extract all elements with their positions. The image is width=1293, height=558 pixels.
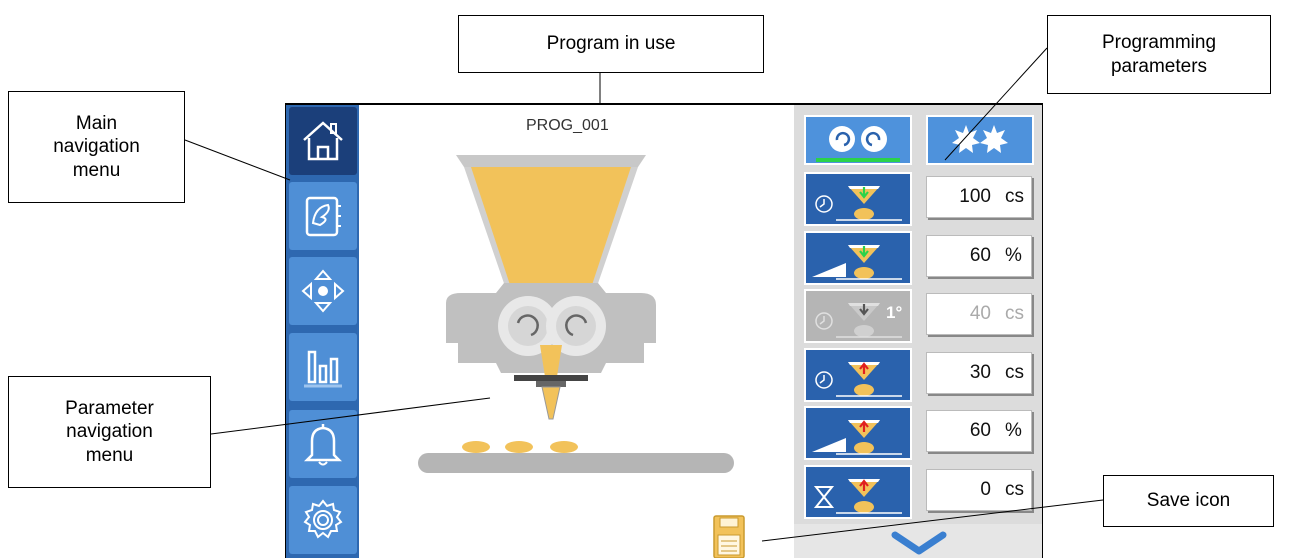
param-row-2-button[interactable] <box>804 231 912 285</box>
callout-programming-parameters: Programming parameters <box>1047 15 1271 94</box>
star-gear-mode-button[interactable] <box>926 115 1034 165</box>
nav-statistics-button[interactable] <box>289 333 357 401</box>
callout-main-navigation-menu: Main navigation menu <box>8 91 185 203</box>
callout-program-in-use: Program in use <box>458 15 764 73</box>
param-row-1-button[interactable] <box>804 172 912 226</box>
param-row-3-value-field[interactable]: 40 cs <box>926 293 1032 335</box>
machine-screen: PROG_001 100 cs 60 % 1° 40 cs 30 cs 60 %… <box>285 103 1043 558</box>
param-value: 60 <box>969 245 991 266</box>
star-gear-mode-icon <box>952 125 1008 153</box>
twin-gear-mode-icon <box>816 126 900 162</box>
directional-pad-icon <box>301 269 345 313</box>
param-row-5-button[interactable] <box>804 406 912 460</box>
param-unit: % <box>1005 245 1022 266</box>
param-unit: cs <box>1005 479 1024 500</box>
timed-open-dosing-icon <box>815 362 902 397</box>
program-name: PROG_001 <box>526 117 609 134</box>
param-row-6-button[interactable] <box>804 465 912 519</box>
param-row-3-label: 1° <box>886 303 903 322</box>
dosing-machine-illustration <box>418 155 734 473</box>
timed-close-dosing-icon <box>815 186 902 221</box>
param-value: 100 <box>959 186 991 207</box>
param-unit: cs <box>1005 303 1024 324</box>
programming-parameters-panel: 100 cs 60% 1° 40 cs 30 cs 60% 0 cs <box>794 105 1042 558</box>
nav-manual-button[interactable] <box>289 257 357 325</box>
chevron-down-icon <box>891 531 947 555</box>
callout-parameter-navigation-menu: Parameter navigation menu <box>8 376 211 488</box>
home-icon <box>303 121 343 161</box>
gear-icon <box>303 499 343 539</box>
hourglass-dosing-icon <box>813 479 902 514</box>
param-value: 40 <box>969 303 991 324</box>
param-row-4-button[interactable] <box>804 348 912 402</box>
nav-alarms-button[interactable] <box>289 410 357 478</box>
main-navigation-menu <box>286 105 359 558</box>
ramp-close-dosing-icon <box>812 245 902 280</box>
recipe-book-icon <box>305 196 341 237</box>
param-unit: % <box>1005 420 1022 441</box>
twin-gear-mode-button[interactable] <box>804 115 912 165</box>
param-value: 30 <box>969 362 991 383</box>
nav-settings-button[interactable] <box>289 486 357 554</box>
param-unit: cs <box>1005 186 1024 207</box>
callout-save-icon: Save icon <box>1103 475 1274 527</box>
nav-home-button[interactable] <box>289 107 357 175</box>
save-button[interactable] <box>713 515 745 558</box>
param-unit: cs <box>1005 362 1024 383</box>
param-row-6-value-field[interactable]: 0 cs <box>926 469 1032 511</box>
scroll-down-button[interactable] <box>794 524 1042 558</box>
param-value: 60 <box>969 420 991 441</box>
bar-chart-icon <box>304 350 342 388</box>
bell-icon <box>303 424 343 466</box>
nav-recipe-button[interactable] <box>289 182 357 250</box>
param-row-3-button[interactable]: 1° <box>804 289 912 343</box>
param-row-1-value-field[interactable]: 100 cs <box>926 176 1032 218</box>
param-value: 0 <box>980 479 991 500</box>
param-row-5-value-field[interactable]: 60% <box>926 410 1032 452</box>
floppy-save-icon <box>713 515 745 558</box>
ramp-open-dosing-icon <box>812 420 902 455</box>
param-row-4-value-field[interactable]: 30 cs <box>926 352 1032 394</box>
param-row-2-value-field[interactable]: 60% <box>926 235 1032 277</box>
